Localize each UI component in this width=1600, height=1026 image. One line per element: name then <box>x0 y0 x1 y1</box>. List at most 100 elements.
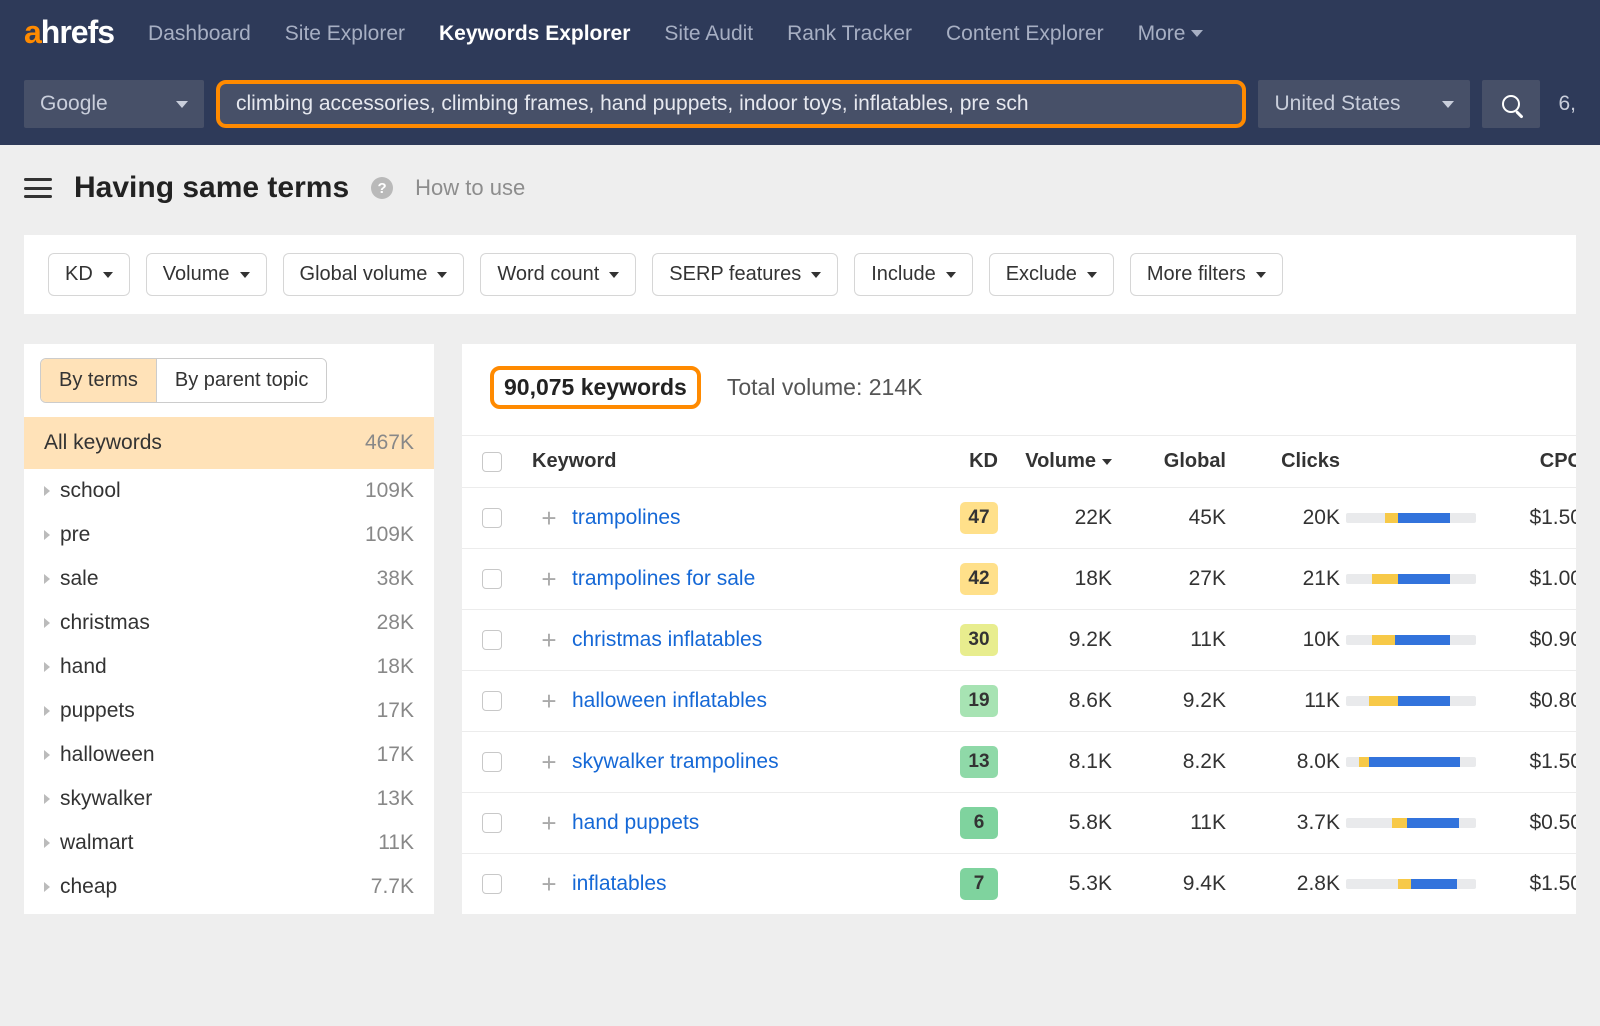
filter-serp-features[interactable]: SERP features <box>652 253 838 296</box>
row-checkbox[interactable] <box>482 813 502 833</box>
col-cpc[interactable]: CPC <box>1482 450 1576 473</box>
add-icon[interactable]: + <box>532 747 566 778</box>
cpc-cell: $0.90 <box>1482 628 1576 652</box>
sidebar-item-hand[interactable]: hand18K <box>24 645 434 689</box>
row-checkbox[interactable] <box>482 630 502 650</box>
global-cell: 27K <box>1118 567 1226 591</box>
table-row: +hand puppets65.8K11K3.7K$0.50 <box>462 792 1576 853</box>
help-icon[interactable]: ? <box>371 177 393 199</box>
chevron-down-icon <box>240 272 250 278</box>
hamburger-icon[interactable] <box>24 178 52 198</box>
nav-item-keywords-explorer[interactable]: Keywords Explorer <box>439 22 630 46</box>
row-checkbox[interactable] <box>482 508 502 528</box>
sidebar-item-skywalker[interactable]: skywalker13K <box>24 777 434 821</box>
keyword-link[interactable]: halloween inflatables <box>572 689 912 713</box>
logo[interactable]: ahrefs <box>24 14 114 53</box>
col-keyword[interactable]: Keyword <box>532 450 912 473</box>
keyword-input[interactable]: climbing accessories, climbing frames, h… <box>216 80 1246 128</box>
filter-volume[interactable]: Volume <box>146 253 267 296</box>
sidebar: By terms By parent topic All keywords 46… <box>24 344 434 914</box>
chevron-down-icon <box>176 101 188 108</box>
main-content: By terms By parent topic All keywords 46… <box>24 344 1576 914</box>
filter-global-volume[interactable]: Global volume <box>283 253 465 296</box>
chevron-down-icon <box>946 272 956 278</box>
table-row: +inflatables75.3K9.4K2.8K$1.50 <box>462 853 1576 914</box>
nav-items: Dashboard Site Explorer Keywords Explorer S… <box>148 22 1104 46</box>
nav-more[interactable]: More <box>1138 22 1204 46</box>
sidebar-item-school[interactable]: school109K <box>24 469 434 513</box>
caret-right-icon <box>44 486 50 496</box>
chevron-down-icon <box>103 272 113 278</box>
global-cell: 9.2K <box>1118 689 1226 713</box>
sidebar-item-walmart[interactable]: walmart11K <box>24 821 434 865</box>
add-icon[interactable]: + <box>532 686 566 717</box>
clicks-cell: 8.0K <box>1232 750 1340 774</box>
filter-more-filters[interactable]: More filters <box>1130 253 1283 296</box>
row-checkbox[interactable] <box>482 569 502 589</box>
add-icon[interactable]: + <box>532 625 566 656</box>
search-button[interactable] <box>1482 80 1540 128</box>
keyword-link[interactable]: hand puppets <box>572 811 912 835</box>
col-kd[interactable]: KD <box>918 450 998 473</box>
chevron-down-icon <box>1087 272 1097 278</box>
global-cell: 45K <box>1118 506 1226 530</box>
sidebar-item-sale[interactable]: sale38K <box>24 557 434 601</box>
col-volume[interactable]: Volume <box>1004 450 1112 473</box>
keyword-link[interactable]: trampolines for sale <box>572 567 912 591</box>
sidebar-item-christmas[interactable]: christmas28K <box>24 601 434 645</box>
add-icon[interactable]: + <box>532 869 566 900</box>
search-tail-text: 6, <box>1552 92 1576 116</box>
sidebar-item-count: 17K <box>377 699 414 723</box>
nav-item-rank-tracker[interactable]: Rank Tracker <box>787 22 912 46</box>
sidebar-item-count: 109K <box>365 479 414 503</box>
engine-label: Google <box>40 92 108 116</box>
nav-item-site-audit[interactable]: Site Audit <box>664 22 753 46</box>
tab-by-parent[interactable]: By parent topic <box>157 359 326 402</box>
select-all-checkbox[interactable] <box>482 452 502 472</box>
cpc-cell: $0.80 <box>1482 689 1576 713</box>
filter-exclude[interactable]: Exclude <box>989 253 1114 296</box>
table-row: +halloween inflatables198.6K9.2K11K$0.80 <box>462 670 1576 731</box>
add-icon[interactable]: + <box>532 503 566 534</box>
keyword-link[interactable]: inflatables <box>572 872 912 896</box>
sidebar-item-pre[interactable]: pre109K <box>24 513 434 557</box>
filter-include[interactable]: Include <box>854 253 973 296</box>
sidebar-item-label: hand <box>60 655 107 679</box>
nav-item-dashboard[interactable]: Dashboard <box>148 22 251 46</box>
sidebar-all-keywords[interactable]: All keywords 467K <box>24 417 434 469</box>
nav-item-content-explorer[interactable]: Content Explorer <box>946 22 1104 46</box>
chevron-down-icon <box>609 272 619 278</box>
add-icon[interactable]: + <box>532 808 566 839</box>
add-icon[interactable]: + <box>532 564 566 595</box>
sidebar-item-count: 28K <box>377 611 414 635</box>
cpc-cell: $0.50 <box>1482 811 1576 835</box>
filter-word-count[interactable]: Word count <box>480 253 636 296</box>
nav-item-site-explorer[interactable]: Site Explorer <box>285 22 405 46</box>
global-cell: 11K <box>1118 628 1226 652</box>
logo-a: a <box>24 14 41 50</box>
country-select[interactable]: United States <box>1258 80 1470 128</box>
row-checkbox[interactable] <box>482 752 502 772</box>
sidebar-item-halloween[interactable]: halloween17K <box>24 733 434 777</box>
keyword-link[interactable]: christmas inflatables <box>572 628 912 652</box>
keyword-link[interactable]: skywalker trampolines <box>572 750 912 774</box>
col-global[interactable]: Global <box>1118 450 1226 473</box>
sidebar-item-puppets[interactable]: puppets17K <box>24 689 434 733</box>
volume-cell: 18K <box>1004 567 1112 591</box>
row-checkbox[interactable] <box>482 874 502 894</box>
row-checkbox[interactable] <box>482 691 502 711</box>
keyword-count: 90,075 keywords <box>490 366 701 409</box>
search-engine-select[interactable]: Google <box>24 80 204 128</box>
volume-cell: 8.1K <box>1004 750 1112 774</box>
keyword-link[interactable]: trampolines <box>572 506 912 530</box>
sidebar-item-label: cheap <box>60 875 117 899</box>
sidebar-item-cheap[interactable]: cheap7.7K <box>24 865 434 909</box>
tab-by-terms[interactable]: By terms <box>41 359 157 402</box>
cpc-cell: $1.50 <box>1482 750 1576 774</box>
filter-kd[interactable]: KD <box>48 253 130 296</box>
chevron-down-icon <box>1442 101 1454 108</box>
how-to-use-link[interactable]: How to use <box>415 175 525 201</box>
kd-badge: 30 <box>960 624 998 656</box>
all-keywords-label: All keywords <box>44 431 162 455</box>
col-clicks[interactable]: Clicks <box>1232 450 1340 473</box>
